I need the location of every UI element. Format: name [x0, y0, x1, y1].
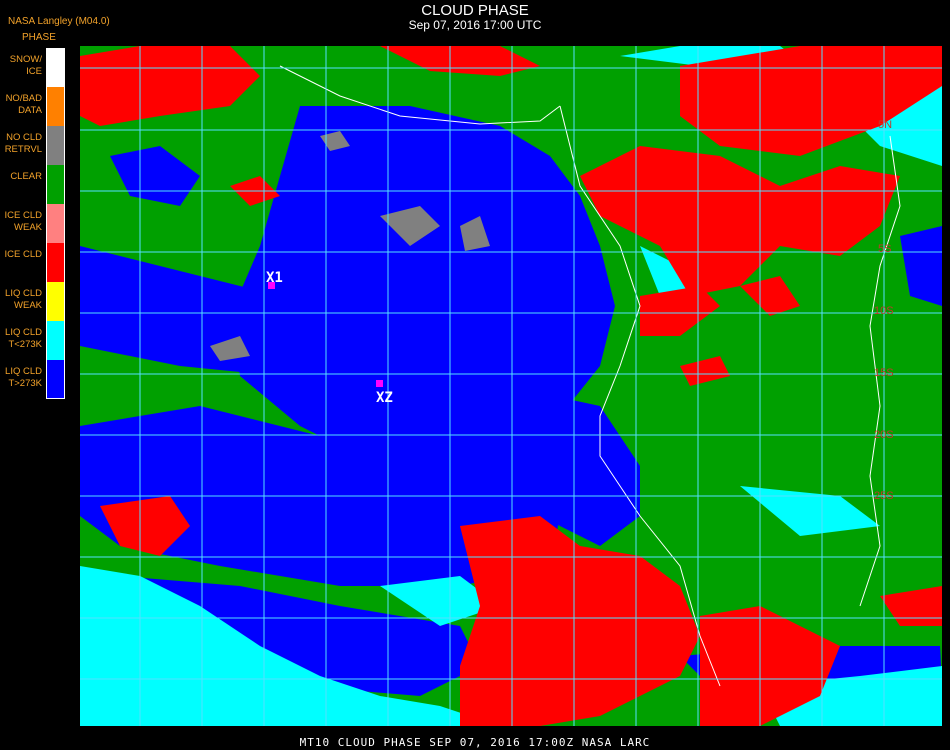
footer-caption: MT10 CLOUD PHASE SEP 07, 2016 17:00Z NAS…: [299, 736, 651, 749]
lat-label-20s: 20S: [874, 429, 894, 441]
legend-item: LIQ CLD T>273K: [0, 360, 66, 399]
lat-label-25s: 25S: [874, 490, 894, 502]
legend-swatch: [46, 282, 65, 321]
legend-item-label: LIQ CLD T<273K: [5, 327, 42, 350]
legend-swatch: [46, 126, 65, 165]
timestamp: Sep 07, 2016 17:00 UTC: [408, 18, 542, 32]
lat-label-15s: 15S: [874, 367, 894, 379]
legend-item-label: NO CLD RETRVL: [4, 132, 42, 155]
legend-item: SNOW/ ICE: [0, 48, 66, 87]
legend-item-label: SNOW/ ICE: [9, 54, 42, 77]
marker-xz-label: XZ: [376, 390, 393, 406]
cloud-phase-map[interactable]: 5N 5S 10S 15S 20S 25S X1 XZ: [80, 46, 942, 726]
legend-swatch: [46, 87, 65, 126]
legend-item: NO/BAD DATA: [0, 87, 66, 126]
legend-item-label: ICE CLD: [4, 249, 42, 260]
legend-item: ICE CLD: [0, 243, 66, 282]
phase-legend: SNOW/ ICE NO/BAD DATA NO CLD RETRVL CLEAR IC…: [0, 48, 66, 399]
legend-item-label: NO/BAD DATA: [5, 93, 42, 116]
legend-item: LIQ CLD T<273K: [0, 321, 66, 360]
legend-swatch: [46, 48, 65, 87]
lat-label-5n: 5N: [878, 119, 892, 131]
marker-xz-dot[interactable]: [376, 380, 383, 387]
lat-label-10s: 10S: [874, 305, 894, 317]
legend-item-label: LIQ CLD WEAK: [5, 288, 42, 311]
legend-swatch: [46, 165, 65, 204]
legend-item-label: LIQ CLD T>273K: [5, 366, 42, 389]
legend-swatch: [46, 204, 65, 243]
legend-swatch: [46, 243, 65, 282]
legend-item: ICE CLD WEAK: [0, 204, 66, 243]
legend-item-label: CLEAR: [10, 171, 42, 182]
legend-item: CLEAR: [0, 165, 66, 204]
legend-title: PHASE: [22, 32, 56, 43]
legend-swatch: [46, 321, 65, 360]
legend-item: LIQ CLD WEAK: [0, 282, 66, 321]
legend-swatch: [46, 360, 65, 399]
legend-item-label: ICE CLD WEAK: [4, 210, 42, 233]
page-title: CLOUD PHASE: [421, 2, 529, 19]
marker-x1-label: X1: [266, 270, 283, 286]
legend-item: NO CLD RETRVL: [0, 126, 66, 165]
lat-label-5s: 5S: [878, 243, 891, 255]
